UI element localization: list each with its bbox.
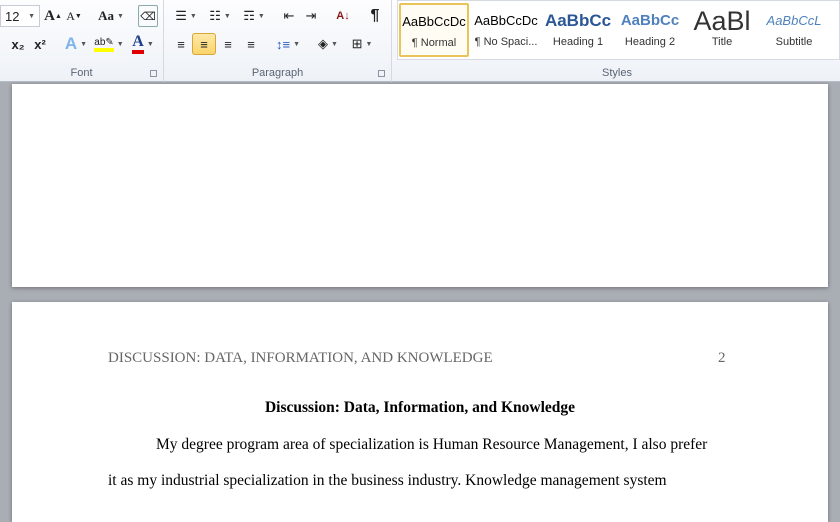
line-spacing-icon: ↕≡ (275, 36, 291, 52)
align-center-button[interactable]: ≡ (192, 33, 216, 55)
shading-button[interactable]: ◈ ▼ (314, 33, 342, 55)
page-header: DISCUSSION: DATA, INFORMATION, AND KNOWL… (108, 350, 493, 366)
paragraph-dialog-launcher[interactable] (378, 70, 385, 77)
style-name: ¶ Normal (411, 37, 457, 49)
bullet-list-icon: ☰ (175, 8, 187, 23)
grow-font-button[interactable]: A ▲ (44, 5, 62, 27)
subscript-icon: x₂ (11, 36, 25, 52)
align-left-button[interactable]: ≡ (170, 33, 192, 55)
shrink-font-button[interactable]: A ▼ (66, 5, 82, 27)
superscript-button[interactable]: x² (31, 33, 49, 55)
decrease-indent-icon: ⇤ (283, 8, 295, 23)
justify-icon: ≡ (247, 36, 255, 52)
styles-group-label: Styles (602, 67, 632, 79)
page-number: 2 (718, 350, 726, 366)
borders-button[interactable]: ⊞ ▼ (348, 33, 376, 55)
page-2[interactable]: DISCUSSION: DATA, INFORMATION, AND KNOWL… (12, 302, 828, 522)
style-sample: AaBbCcDc (402, 14, 466, 29)
font-dialog-launcher[interactable] (150, 70, 157, 77)
style-subtitle[interactable]: AaBbCcL Subtitle (759, 3, 829, 57)
chevron-down-icon: ▼ (28, 12, 35, 20)
multilevel-list-button[interactable]: ☶ ▼ (240, 5, 268, 27)
styles-group: AaBbCcDc ¶ Normal AaBbCcDc ¶ No Spaci... A… (394, 0, 840, 82)
show-formatting-button[interactable]: ¶ (366, 5, 384, 27)
align-right-button[interactable]: ≡ (217, 33, 239, 55)
font-size-box[interactable]: 12 ▼ (0, 5, 40, 27)
font-size-value: 12 (5, 8, 20, 24)
decrease-indent-button[interactable]: ⇤ (280, 5, 298, 27)
style-name: Heading 1 (552, 36, 604, 48)
pilcrow-icon: ¶ (370, 7, 380, 24)
style-sample: AaBbCcDc (474, 13, 538, 28)
text-effects-icon: A (64, 34, 78, 53)
style-sample: AaBbCcL (766, 13, 822, 28)
numbered-list-icon: ☷ (209, 8, 221, 23)
change-case-icon: Aa (98, 8, 114, 23)
superscript-icon: x² (34, 36, 46, 52)
eraser-icon: ⌫ (140, 10, 156, 23)
sort-button[interactable]: A↓ (332, 5, 354, 27)
style-no-spacing[interactable]: AaBbCcDc ¶ No Spaci... (471, 3, 541, 57)
style-title[interactable]: AaBl Title (687, 3, 757, 57)
multilevel-list-icon: ☶ (243, 8, 255, 23)
increase-indent-icon: ⇥ (305, 8, 317, 23)
change-case-button[interactable]: Aa ▼ (97, 5, 125, 27)
subscript-button[interactable]: x₂ (9, 33, 27, 55)
style-normal[interactable]: AaBbCcDc ¶ Normal (399, 3, 469, 57)
increase-indent-button[interactable]: ⇥ (302, 5, 320, 27)
borders-icon: ⊞ (351, 36, 363, 51)
shrink-font-icon: A (66, 8, 75, 23)
ribbon: 12 ▼ A ▲ A ▼ Aa ▼ ⌫ x₂ x² A ▼ ab✎ ▼ A ▼ Font ☰ ▼… (0, 0, 840, 82)
align-right-icon: ≡ (224, 36, 232, 52)
document-title: Discussion: Data, Information, and Knowl… (264, 399, 576, 416)
style-name: Title (711, 36, 733, 48)
style-name: ¶ No Spaci... (474, 36, 538, 48)
grow-font-icon: A (44, 7, 55, 24)
align-center-icon: ≡ (200, 36, 208, 52)
highlighter-icon: ab✎ (94, 37, 114, 52)
highlight-button[interactable]: ab✎ ▼ (94, 33, 124, 55)
font-group: 12 ▼ A ▲ A ▼ Aa ▼ ⌫ x₂ x² A ▼ ab✎ ▼ A ▼ Font (0, 0, 164, 82)
style-name: Heading 2 (624, 36, 676, 48)
line-spacing-button[interactable]: ↕≡ ▼ (274, 33, 302, 55)
font-color-button[interactable]: A ▼ (129, 33, 157, 55)
style-name: Subtitle (775, 36, 813, 48)
style-heading-1[interactable]: AaBbCc Heading 1 (543, 3, 613, 57)
bullets-button[interactable]: ☰ ▼ (172, 5, 200, 27)
font-group-label: Font (70, 67, 93, 79)
clear-formatting-button[interactable]: ⌫ (138, 5, 158, 27)
font-color-icon: A (132, 34, 144, 54)
style-sample: AaBbCc (620, 12, 680, 29)
paragraph-group: ☰ ▼ ☷ ▼ ☶ ▼ ⇤ ⇥ A↓ ¶ ≡ ≡ ≡ ≡ ↕≡ ▼ ◈ ▼ ⊞ ▼ Para… (164, 0, 392, 82)
text-effects-button[interactable]: A ▼ (63, 33, 89, 55)
style-sample: AaBl (693, 6, 751, 36)
page-1[interactable] (12, 84, 828, 287)
justify-button[interactable]: ≡ (240, 33, 262, 55)
style-heading-2[interactable]: AaBbCc Heading 2 (615, 3, 685, 57)
paint-bucket-icon: ◈ (318, 36, 329, 51)
paragraph-group-label: Paragraph (251, 67, 304, 79)
numbering-button[interactable]: ☷ ▼ (206, 5, 234, 27)
paragraph-line: My degree program area of specialization… (156, 436, 708, 453)
style-sample: AaBbCc (544, 11, 612, 30)
align-left-icon: ≡ (177, 36, 185, 52)
paragraph-line: it as my industrial specialization in th… (108, 472, 667, 489)
sort-icon: A↓ (336, 10, 350, 22)
